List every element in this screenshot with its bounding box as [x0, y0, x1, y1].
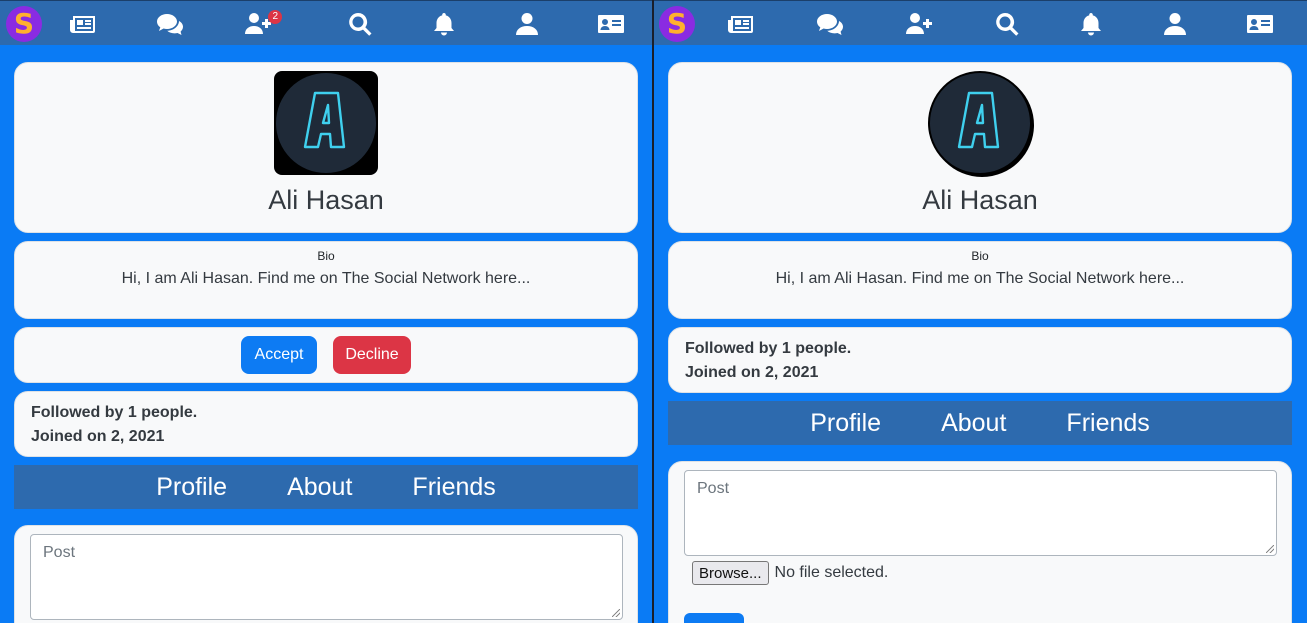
decline-button[interactable]: Decline — [333, 336, 411, 374]
friend-request-badge: 2 — [268, 10, 282, 24]
post-card: Post — [14, 525, 638, 623]
resize-handle-icon[interactable] — [1266, 545, 1274, 553]
top-navbar: S 2 — [0, 0, 652, 45]
tab-profile[interactable]: Profile — [810, 409, 881, 438]
friend-request-card: Accept Decline — [14, 327, 638, 383]
stats-card: Followed by 1 people. Joined on 2, 2021 — [14, 391, 638, 457]
bio-card: Bio Hi, I am Ali Hasan. Find me on The S… — [14, 241, 638, 319]
post-placeholder: Post — [697, 480, 730, 497]
post-placeholder: Post — [43, 544, 76, 561]
joined-date: Joined on 2, 2021 — [31, 428, 165, 445]
file-upload-row: Browse... No file selected. — [692, 561, 888, 585]
bio-label: Bio — [971, 249, 989, 263]
bio-card: Bio Hi, I am Ali Hasan. Find me on The S… — [668, 241, 1292, 319]
bio-text: Hi, I am Ali Hasan. Find me on The Socia… — [121, 270, 531, 287]
browse-button[interactable]: Browse... — [692, 561, 769, 585]
add-user-icon[interactable]: 2 — [243, 10, 282, 37]
resize-handle-icon[interactable] — [612, 609, 620, 617]
chat-icon[interactable] — [815, 11, 845, 37]
profile-card: Ali Hasan — [14, 62, 638, 233]
accept-button[interactable]: Accept — [241, 336, 317, 374]
user-icon[interactable] — [1160, 11, 1190, 37]
bio-text: Hi, I am Ali Hasan. Find me on The Socia… — [775, 270, 1185, 287]
search-icon[interactable] — [993, 11, 1023, 37]
tab-friends[interactable]: Friends — [412, 473, 495, 502]
newspaper-icon[interactable] — [726, 11, 756, 37]
avatar — [928, 71, 1032, 175]
user-icon[interactable] — [512, 11, 542, 37]
submit-post-button[interactable] — [684, 613, 744, 623]
profile-name: Ali Hasan — [268, 185, 384, 215]
id-card-icon[interactable] — [596, 11, 626, 37]
post-input[interactable]: Post — [684, 470, 1277, 556]
add-user-icon[interactable] — [904, 11, 934, 37]
search-icon[interactable] — [346, 11, 376, 37]
post-input[interactable]: Post — [30, 534, 623, 620]
logo-s-icon[interactable]: S — [659, 6, 695, 42]
logo-s-icon[interactable]: S — [6, 6, 42, 42]
followed-count: Followed by 1 people. — [685, 340, 852, 357]
post-card: Post Browse... No file selected. — [668, 461, 1292, 623]
tab-about[interactable]: About — [941, 409, 1006, 438]
newspaper-icon[interactable] — [68, 11, 98, 37]
top-navbar: S — [654, 0, 1307, 45]
profile-card: Ali Hasan — [668, 62, 1292, 233]
joined-date: Joined on 2, 2021 — [685, 364, 819, 381]
profile-tabs: Profile About Friends — [14, 465, 638, 509]
tab-friends[interactable]: Friends — [1066, 409, 1149, 438]
chat-icon[interactable] — [155, 11, 185, 37]
tab-about[interactable]: About — [287, 473, 352, 502]
profile-tabs: Profile About Friends — [668, 401, 1292, 445]
right-pane: S Ali Hasan Bio Hi, I am Ali Hasan. Find… — [654, 0, 1307, 623]
followed-count: Followed by 1 people. — [31, 404, 198, 421]
stats-card: Followed by 1 people. Joined on 2, 2021 — [668, 327, 1292, 393]
bell-icon[interactable] — [1076, 11, 1106, 37]
tab-profile[interactable]: Profile — [156, 473, 227, 502]
id-card-icon[interactable] — [1245, 11, 1275, 37]
avatar — [274, 71, 378, 175]
bell-icon[interactable] — [429, 11, 459, 37]
bio-label: Bio — [317, 249, 335, 263]
file-status: No file selected. — [774, 564, 889, 581]
left-pane: S 2 Ali Hasan Bio Hi, I am Ali Hasan. Fi… — [0, 0, 652, 623]
profile-name: Ali Hasan — [922, 185, 1038, 215]
